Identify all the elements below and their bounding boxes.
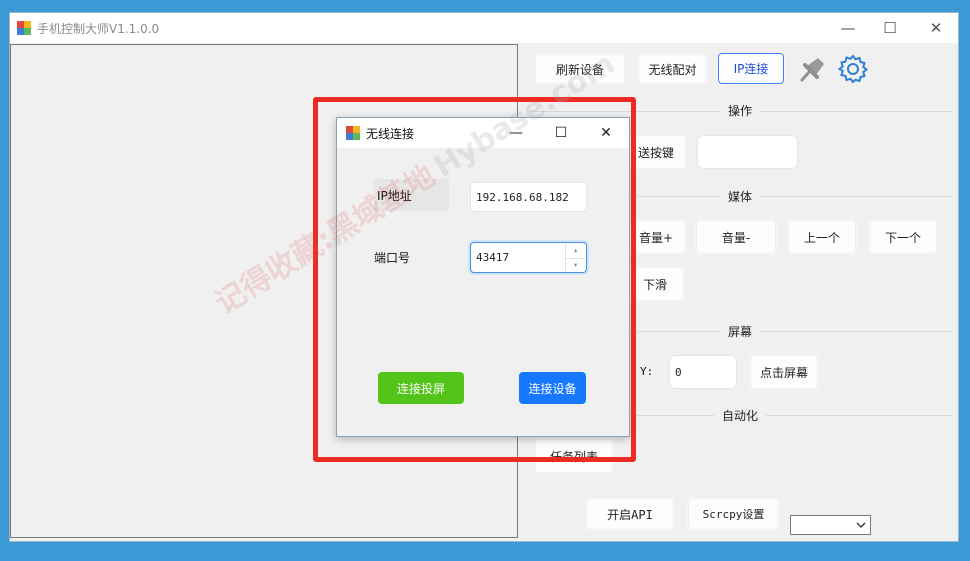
scrcpy-settings-button[interactable]: Scrcpy设置 [688, 498, 779, 530]
window-title: 手机控制大师V1.1.0.0 [37, 22, 160, 36]
open-api-button[interactable]: 开启API [586, 498, 674, 530]
volume-down-button[interactable]: 音量- [696, 220, 776, 254]
ip-connect-button[interactable]: IP连接 [718, 53, 784, 84]
chevron-down-icon [856, 522, 866, 528]
pin-icon[interactable] [796, 54, 828, 84]
maximize-button[interactable]: ☐ [867, 13, 913, 43]
key-input[interactable] [697, 135, 798, 169]
minimize-icon: — [840, 19, 856, 37]
options-dropdown[interactable] [790, 515, 871, 535]
close-icon: ✕ [929, 19, 943, 37]
y-coordinate-label: Y: [640, 365, 654, 378]
y-coordinate-input[interactable]: 0 [669, 355, 737, 389]
wireless-pair-button[interactable]: 无线配对 [638, 54, 707, 84]
automation-section-title: 自动化 [714, 407, 766, 424]
close-button[interactable]: ✕ [913, 13, 959, 43]
click-screen-button[interactable]: 点击屏幕 [750, 355, 818, 389]
media-section-title: 媒体 [720, 188, 760, 205]
gear-icon[interactable] [837, 53, 869, 85]
app-icon [17, 21, 31, 35]
screen-section-title: 屏幕 [720, 323, 760, 340]
highlight-frame [313, 97, 636, 462]
minimize-button[interactable]: — [825, 13, 871, 43]
previous-button[interactable]: 上一个 [788, 220, 856, 254]
operation-section-title: 操作 [720, 102, 760, 119]
refresh-devices-button[interactable]: 刷新设备 [535, 54, 625, 84]
maximize-icon: ☐ [883, 19, 897, 37]
next-button[interactable]: 下一个 [869, 220, 937, 254]
title-bar[interactable]: 手机控制大师V1.1.0.0 — ☐ ✕ [10, 13, 958, 43]
